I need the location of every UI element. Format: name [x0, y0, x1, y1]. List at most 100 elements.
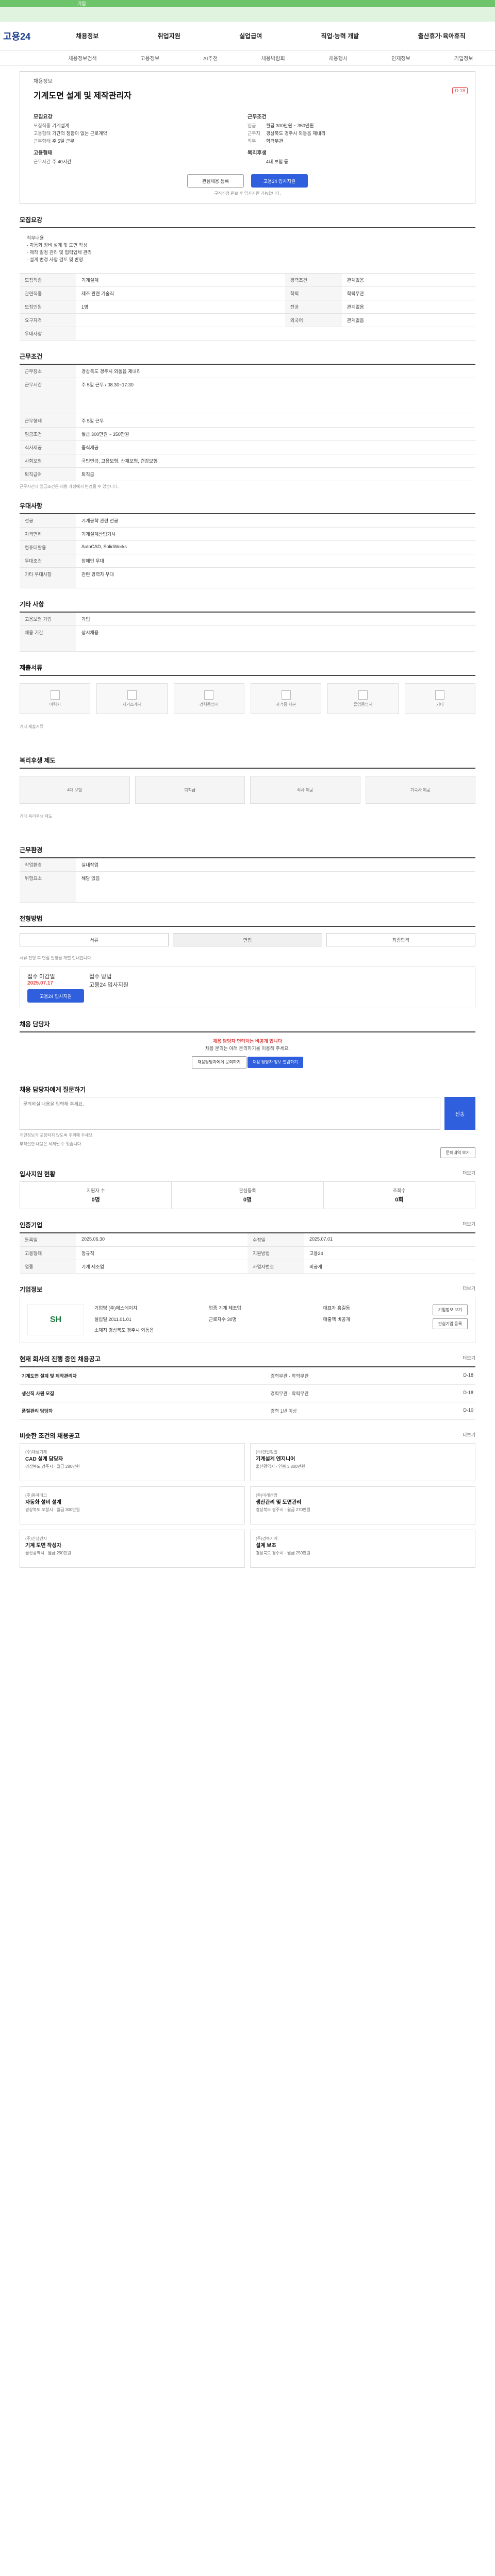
section-title: 인증기업: [20, 1222, 43, 1229]
qna-note: 부적절한 내용은 삭제될 수 있습니다.: [20, 1142, 82, 1146]
job-card[interactable]: (주)경북기계 설계 보조 경상북도 경주시 · 월급 250만원: [250, 1530, 475, 1568]
td: 2025.06.30: [76, 1233, 248, 1247]
field-key: 업종: [208, 1306, 218, 1311]
company-info-button[interactable]: 기업정보 보기: [432, 1304, 468, 1315]
summary-heading: 복리후생: [248, 150, 267, 156]
qna-input[interactable]: [20, 1097, 440, 1130]
doc-item: 자기소개서: [96, 683, 168, 714]
document-icon: [50, 690, 60, 700]
section-title: 채용 담당자에게 질문하기: [20, 1086, 86, 1093]
td: 2025.07.01: [304, 1233, 475, 1247]
more-link[interactable]: 더보기: [463, 1354, 475, 1363]
field-val: 경상북도 경주시 외동읍: [108, 1328, 154, 1333]
summary-left: 모집요강 모집직종 기계설계 고용형태 기간의 정함이 없는 근로계약 근무형태 주 …: [34, 109, 248, 166]
qna-history-button[interactable]: 문의내역 보기: [440, 1147, 475, 1158]
welfare-item: 기숙사 제공: [365, 776, 475, 804]
view-contact-button[interactable]: 채용 담당자 정보 열람하기: [248, 1057, 303, 1068]
section-etc: 기타 사항 고용보험 가입 가입 채용 기간 상시채용: [0, 600, 495, 652]
item-meta: 경력무관 · 학력무관: [270, 1374, 309, 1379]
td: 관계없음: [341, 274, 475, 287]
field-val: 2011.01.01: [108, 1316, 131, 1322]
field-key: 소재지: [94, 1328, 107, 1333]
kv-row: 4대 보험 등: [248, 158, 461, 166]
item-dday: D-10: [463, 1408, 473, 1413]
company-buttons: 기업정보 보기 관심기업 등록: [432, 1304, 468, 1335]
card-meta: 울산광역시 · 연봉 3,800만원: [256, 1464, 305, 1469]
card-title: 자동화 설비 설계: [25, 1500, 61, 1505]
menu-item[interactable]: 취업지원: [158, 31, 180, 40]
menu-item[interactable]: 실업급여: [239, 31, 262, 40]
td: 기계 제조업: [76, 1260, 248, 1274]
kv-row: 고용형태 기간의 정함이 없는 근로계약: [34, 130, 248, 138]
job-card[interactable]: (주)한일정밀 기계설계 엔지니어 울산광역시 · 연봉 3,800만원: [250, 1443, 475, 1481]
more-link[interactable]: 더보기: [463, 1285, 475, 1294]
field-key: 대표자: [323, 1306, 336, 1311]
kv-row: 근무지 경상북도 경주시 외동읍 제내리: [248, 130, 461, 138]
sub-nav-item[interactable]: 인재정보: [391, 54, 410, 62]
list-item[interactable]: 생산직 사원 모집 경력무관 · 학력무관 D-18: [20, 1385, 475, 1402]
sub-nav-item[interactable]: 채용행사: [329, 54, 348, 62]
process-apply-button[interactable]: 고용24 입사지원: [27, 989, 84, 1003]
way-value: 고용24 입사지원: [89, 982, 129, 988]
scrap-button[interactable]: 관심채용 등록: [187, 174, 244, 188]
summary-right: 근무조건 임금 월급 300만원 ~ 350만원 근무지 경상북도 경주시 외동읍 …: [248, 109, 461, 166]
menu-item[interactable]: 채용정보: [76, 31, 98, 40]
kv-key: [248, 158, 266, 166]
menu-item[interactable]: 출산휴가·육아휴직: [418, 31, 466, 40]
job-card[interactable]: (주)미래산업 생산관리 및 도면관리 경상북도 경주시 · 월급 270만원: [250, 1486, 475, 1524]
company-field: 소재지 경상북도 경주시 외동읍: [94, 1327, 204, 1335]
summary-heading: 고용형태: [34, 150, 53, 156]
section-title: 복리후생 제도: [20, 757, 56, 764]
card-title: 기계 도면 작성자: [25, 1543, 61, 1549]
step: 면접: [173, 933, 322, 946]
sub-nav-item[interactable]: AI추천: [203, 54, 218, 62]
field-key: 근로자수: [208, 1316, 226, 1322]
cond-note: 근무시간과 임금조건은 채용 과정에서 변경될 수 있습니다.: [20, 484, 119, 489]
banner-bar: 기업: [0, 0, 495, 7]
section-title: 기타 사항: [20, 601, 44, 608]
list-item[interactable]: 기계도면 설계 및 제작관리자 경력무관 · 학력무관 D-18: [20, 1367, 475, 1385]
favorite-company-button[interactable]: 관심기업 등록: [432, 1318, 468, 1329]
field-val: 30명: [227, 1316, 237, 1322]
th: 식사제공: [20, 440, 76, 454]
more-link[interactable]: 더보기: [463, 1431, 475, 1440]
ask-button[interactable]: 채용담당자에게 문의하기: [192, 1056, 246, 1069]
stat-item: 관심등록 0명: [172, 1182, 324, 1209]
th: 퇴직급여: [20, 467, 76, 481]
section-contact: 채용 담당자 채용 담당자 연락처는 비공개 입니다 채용 문의는 아래 문의하…: [0, 1020, 495, 1074]
sub-nav-item[interactable]: 채용정보검색: [68, 54, 96, 62]
sub-nav-item[interactable]: 채용박람회: [261, 54, 285, 62]
job-card[interactable]: (주)신성엔지 기계 도면 작성자 울산광역시 · 월급 290만원: [20, 1530, 245, 1568]
td: 가입: [76, 612, 475, 626]
sub-nav-item[interactable]: 기업정보: [454, 54, 473, 62]
menu-item[interactable]: 직업·능력 개발: [321, 31, 359, 40]
card-meta: 울산광역시 · 월급 290만원: [25, 1551, 71, 1555]
td: 장애인 우대: [76, 554, 475, 568]
job-card[interactable]: (주)대성기계 CAD 설계 담당자 경상북도 경주시 · 월급 280만원: [20, 1443, 245, 1481]
job-card[interactable]: (주)동아테크 자동화 설비 설계 경상북도 포항시 · 월급 300만원: [20, 1486, 245, 1524]
card-title: 기계설계 엔지니어: [256, 1456, 295, 1462]
td: 학력무관: [341, 286, 475, 300]
qna-form: 전송: [20, 1097, 475, 1130]
th: 작업환경: [20, 858, 76, 872]
th: 컴퓨터활용: [20, 540, 76, 554]
apply-note: 구직신청 완료 후 입사지원 가능합니다.: [214, 191, 281, 196]
kv-key: 근무지: [248, 131, 260, 136]
list-item[interactable]: 품질관리 담당자 경력 1년 이상 D-10: [20, 1402, 475, 1420]
field-val: (주)에스에이치: [108, 1306, 138, 1311]
td: 국민연금, 고용보험, 산재보험, 건강보험: [76, 454, 475, 468]
th: 관련직종: [20, 286, 76, 300]
site-logo[interactable]: 고용24: [0, 29, 46, 43]
more-link[interactable]: 더보기: [463, 1221, 475, 1229]
item-meta: 경력 1년 이상: [270, 1409, 297, 1414]
more-link[interactable]: 더보기: [463, 1170, 475, 1178]
section-title: 근무조건: [20, 353, 43, 360]
sub-nav-item[interactable]: 고용정보: [140, 54, 159, 62]
section-preference: 우대사항 전공 기계공학 관련 전공 자격면허 기계설계산업기사 컴퓨터활용 Auto…: [0, 501, 495, 588]
summary-heading: 근무조건: [248, 114, 267, 120]
job-description: 직무내용 - 자동화 장비 설계 및 도면 작성 - 제작 일정 관리 및 협력…: [20, 227, 475, 274]
send-button[interactable]: 전송: [444, 1097, 475, 1130]
welfare-note: 기타 복리후생 제도: [20, 814, 53, 819]
apply-button[interactable]: 고용24 입사지원: [251, 174, 308, 188]
kv-val: 경상북도 경주시 외동읍 제내리: [266, 131, 326, 136]
